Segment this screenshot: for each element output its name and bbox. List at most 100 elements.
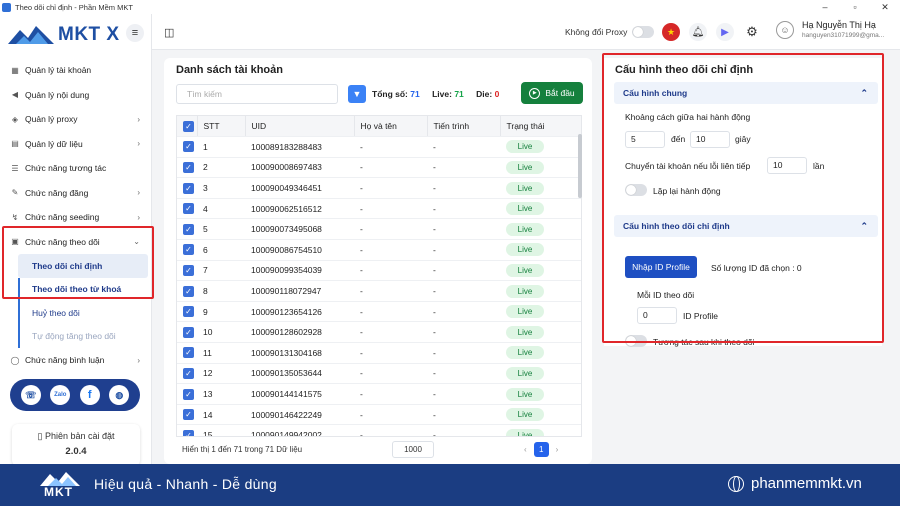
table-row[interactable]: ✓ 11 100090131304168- - Live <box>177 342 581 364</box>
name-cell: - <box>354 260 427 282</box>
row-checkbox[interactable]: ✓ <box>177 218 197 241</box>
sidebar: MKT X ≡ ▦ Quản lý tài khoản ◀ Quản lý nội … <box>0 14 154 466</box>
maximize-button[interactable]: ▫ <box>840 0 870 14</box>
user-name: Hạ Nguyễn Thị Hạ <box>802 20 876 30</box>
play-icon: ▶ <box>529 87 541 99</box>
progress-cell: - <box>427 404 500 426</box>
play-circle-icon[interactable]: ▶ <box>716 23 734 41</box>
row-checkbox[interactable]: ✓ <box>177 198 197 220</box>
sidebar-item-proxy[interactable]: ◈ Quản lý proxy › <box>0 107 152 132</box>
zalo-icon[interactable]: Zalo <box>50 385 71 405</box>
column-header[interactable]: Trạng thái <box>500 116 581 138</box>
row-checkbox[interactable]: ✓ <box>177 321 197 344</box>
proxy-switch[interactable] <box>632 26 655 38</box>
mkt-logo: MKT <box>38 468 82 502</box>
hotline-icon[interactable]: ☏ <box>20 385 41 405</box>
page-size-select[interactable]: 1000 <box>392 441 434 458</box>
table-row[interactable]: ✓ 7 100090099354039- - Live <box>177 260 581 282</box>
bell-icon[interactable]: 🔔︎ <box>689 23 707 41</box>
proxy-toggle[interactable]: Không đổi Proxy <box>565 26 655 38</box>
chevron-right-icon: › <box>137 139 140 149</box>
row-checkbox[interactable]: ✓ <box>177 136 197 158</box>
sidebar-item-interaction[interactable]: ☰ Chức năng tương tác <box>0 156 152 181</box>
avatar: ☺ <box>776 20 794 39</box>
filter-icon[interactable]: ▼ <box>348 85 366 103</box>
row-checkbox[interactable]: ✓ <box>177 177 197 199</box>
status-cell: Live <box>500 136 581 158</box>
row-checkbox[interactable]: ✓ <box>177 363 197 385</box>
table-row[interactable]: ✓ 15 100090149942002- - Live <box>177 424 581 436</box>
row-checkbox[interactable]: ✓ <box>177 260 197 282</box>
row-checkbox[interactable]: ✓ <box>177 424 197 436</box>
column-header[interactable]: Họ và tên <box>354 116 428 138</box>
table-scrollbar[interactable] <box>578 134 582 198</box>
table-row[interactable]: ✓ 1 100089183288483- - Live <box>177 136 581 158</box>
status-badge: Live <box>506 202 544 216</box>
gear-icon[interactable]: ⚙ <box>743 23 761 41</box>
sidebar-item-posting[interactable]: ✎ Chức năng đăng › <box>0 181 152 206</box>
table-row[interactable]: ✓ 6 100090086754510- - Live <box>177 239 581 261</box>
window-controls: – ▫ ✕ <box>810 0 900 14</box>
row-checkbox[interactable]: ✓ <box>177 239 197 261</box>
pagination: ‹ 1 › <box>524 442 558 457</box>
name-cell: - <box>354 198 427 220</box>
table-row[interactable]: ✓ 8 100090118072947- - Live <box>177 280 581 302</box>
sidebar-subitem-auto-follow[interactable]: Tự động tăng theo dõi <box>0 324 152 349</box>
chevron-right-icon: › <box>137 212 140 222</box>
uid-cell: 100089183288483 <box>245 136 354 158</box>
next-page-button[interactable]: › <box>556 445 559 454</box>
status-cell: Live <box>500 260 581 282</box>
row-checkbox[interactable]: ✓ <box>177 404 197 426</box>
uid-cell: 100090128602928 <box>245 321 354 344</box>
column-header[interactable]: UID <box>245 116 355 138</box>
row-checkbox[interactable]: ✓ <box>177 301 197 323</box>
layout-toggle-icon[interactable]: ◫ <box>164 26 174 39</box>
column-header[interactable]: Tiến trình <box>427 116 501 138</box>
minimize-button[interactable]: – <box>810 0 840 14</box>
name-cell: - <box>354 424 427 436</box>
sidebar-nav: ▦ Quản lý tài khoản ◀ Quản lý nội dung ◈ Qu… <box>0 58 152 373</box>
table-row[interactable]: ✓ 14 100090146422249- - Live <box>177 404 581 426</box>
table-row[interactable]: ✓ 5 100090073495068- - Live <box>177 218 581 241</box>
user-profile[interactable]: ☺ Hạ Nguyễn Thị Hạ hanguyen31071999@gma.… <box>776 20 884 39</box>
table-row[interactable]: ✓ 9 100090123654126- - Live <box>177 301 581 323</box>
table-row[interactable]: ✓ 2 100090008697483- - Live <box>177 157 581 179</box>
column-header[interactable]: STT <box>197 116 246 138</box>
table-row[interactable]: ✓ 12 100090135053644- - Live <box>177 363 581 385</box>
sidebar-item-comment[interactable]: ◯ Chức năng bình luận › <box>0 348 152 373</box>
page-button[interactable]: 1 <box>533 442 549 457</box>
row-checkbox[interactable]: ✓ <box>177 280 197 302</box>
sidebar-subitem-label: Huỷ theo dõi <box>32 307 80 318</box>
slogan: Hiệu quả - Nhanh - Dễ dùng <box>94 476 277 492</box>
status-badge: Live <box>506 305 544 319</box>
table-row[interactable]: ✓ 10 100090128602928- - Live <box>177 321 581 344</box>
hamburger-menu-icon[interactable]: ≡ <box>126 24 144 42</box>
row-checkbox[interactable]: ✓ <box>177 383 197 405</box>
name-cell: - <box>354 280 427 302</box>
search-input[interactable]: Tìm kiếm <box>176 84 338 104</box>
vietnam-flag-icon[interactable]: ★ <box>662 23 680 41</box>
website[interactable]: phanmemmkt.vn <box>728 475 862 492</box>
social-links: ☏ Zalo f ◍ <box>10 379 140 411</box>
sidebar-item-content[interactable]: ◀ Quản lý nội dung <box>0 83 152 108</box>
table-row[interactable]: ✓ 4 100090062516512- - Live <box>177 198 581 220</box>
table-row[interactable]: ✓ 3 100090049346451- - Live <box>177 177 581 199</box>
sidebar-subitem-unfollow[interactable]: Huỷ theo dõi <box>0 301 152 325</box>
row-checkbox[interactable]: ✓ <box>177 342 197 364</box>
facebook-icon[interactable]: f <box>79 385 100 405</box>
sidebar-item-data[interactable]: ▤ Quản lý dữ liệu › <box>0 132 152 157</box>
name-cell: - <box>354 136 427 158</box>
sidebar-item-accounts[interactable]: ▦ Quản lý tài khoản <box>0 58 152 83</box>
progress-cell: - <box>427 177 500 199</box>
sidebar-item-label: Quản lý proxy <box>25 114 78 125</box>
list-icon: ☰ <box>11 163 19 173</box>
sidebar-item-label: Quản lý dữ liệu <box>25 138 83 149</box>
row-checkbox[interactable]: ✓ <box>177 157 197 179</box>
start-button[interactable]: ▶ Bắt đầu <box>521 82 583 104</box>
live-count: 71 <box>454 89 464 99</box>
close-button[interactable]: ✕ <box>870 0 900 14</box>
globe-icon[interactable]: ◍ <box>109 385 130 405</box>
table-row[interactable]: ✓ 13 100090144141575- - Live <box>177 383 581 405</box>
prev-page-button[interactable]: ‹ <box>524 445 527 454</box>
select-all-checkbox[interactable]: ✓ <box>177 116 198 138</box>
